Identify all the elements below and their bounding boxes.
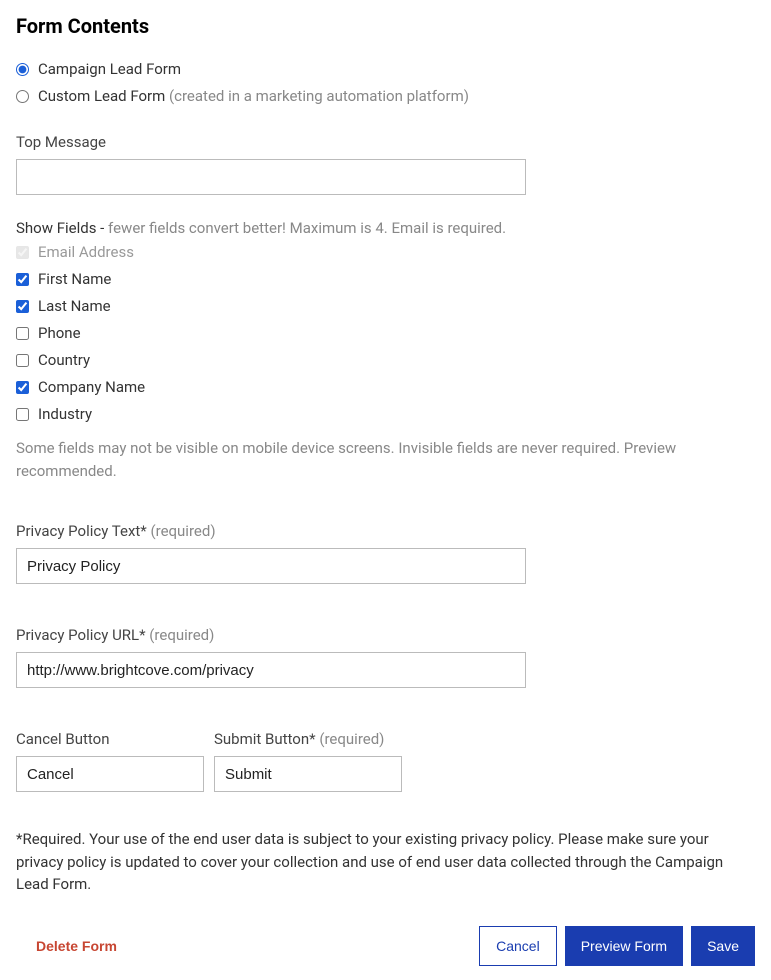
- field-checkbox-label: Company Name: [38, 378, 145, 396]
- checkbox-row: First Name: [16, 270, 755, 288]
- radio-custom-label: Custom Lead Form (created in a marketing…: [38, 87, 469, 105]
- field-checkbox[interactable]: [16, 381, 29, 394]
- page-title: Form Contents: [16, 14, 755, 38]
- field-checkbox-label: Last Name: [38, 297, 111, 315]
- privacy-url-input[interactable]: [16, 652, 526, 688]
- preview-form-button[interactable]: Preview Form: [565, 926, 683, 966]
- submit-button-input[interactable]: [214, 756, 402, 792]
- action-button-row: Delete Form Cancel Preview Form Save: [16, 926, 755, 966]
- submit-button-label: Submit Button* (required): [214, 730, 402, 748]
- privacy-text-field: Privacy Policy Text* (required): [16, 522, 755, 584]
- cancel-button-label: Cancel Button: [16, 730, 204, 748]
- checkbox-row: Email Address: [16, 243, 755, 261]
- show-fields-help: Some fields may not be visible on mobile…: [16, 437, 755, 482]
- field-checkbox[interactable]: [16, 408, 29, 421]
- privacy-text-label: Privacy Policy Text* (required): [16, 522, 755, 540]
- field-checkbox-label: Industry: [38, 405, 92, 423]
- show-fields-list: Email Address First Name Last Name Phone Cou…: [16, 243, 755, 423]
- top-message-input[interactable]: [16, 159, 526, 195]
- field-checkbox: [16, 246, 29, 259]
- field-checkbox-label: Email Address: [38, 243, 134, 261]
- radio-campaign-lead-form[interactable]: [16, 63, 29, 76]
- button-labels-row: Cancel Button Submit Button* (required): [16, 730, 755, 792]
- privacy-text-input[interactable]: [16, 548, 526, 584]
- checkbox-row: Country: [16, 351, 755, 369]
- checkbox-row: Phone: [16, 324, 755, 342]
- field-checkbox[interactable]: [16, 354, 29, 367]
- required-disclaimer: *Required. Your use of the end user data…: [16, 828, 755, 896]
- field-checkbox[interactable]: [16, 327, 29, 340]
- field-checkbox-label: Phone: [38, 324, 81, 342]
- checkbox-row: Company Name: [16, 378, 755, 396]
- field-checkbox[interactable]: [16, 273, 29, 286]
- privacy-url-field: Privacy Policy URL* (required): [16, 626, 755, 688]
- save-button[interactable]: Save: [691, 926, 755, 966]
- privacy-url-label: Privacy Policy URL* (required): [16, 626, 755, 644]
- radio-campaign-label: Campaign Lead Form: [38, 60, 181, 78]
- delete-form-button[interactable]: Delete Form: [16, 926, 133, 966]
- cancel-button-input[interactable]: [16, 756, 204, 792]
- checkbox-row: Last Name: [16, 297, 755, 315]
- field-checkbox[interactable]: [16, 300, 29, 313]
- show-fields-label: Show Fields -: [16, 219, 104, 237]
- show-fields-hint: fewer fields convert better! Maximum is …: [104, 219, 506, 237]
- top-message-label: Top Message: [16, 133, 755, 151]
- show-fields-section: Show Fields - fewer fields convert bette…: [16, 219, 755, 482]
- cancel-button[interactable]: Cancel: [479, 926, 557, 966]
- top-message-field: Top Message: [16, 133, 755, 195]
- radio-custom-lead-form[interactable]: [16, 90, 29, 103]
- field-checkbox-label: Country: [38, 351, 90, 369]
- checkbox-row: Industry: [16, 405, 755, 423]
- field-checkbox-label: First Name: [38, 270, 111, 288]
- form-type-group: Campaign Lead Form Custom Lead Form (cre…: [16, 60, 755, 105]
